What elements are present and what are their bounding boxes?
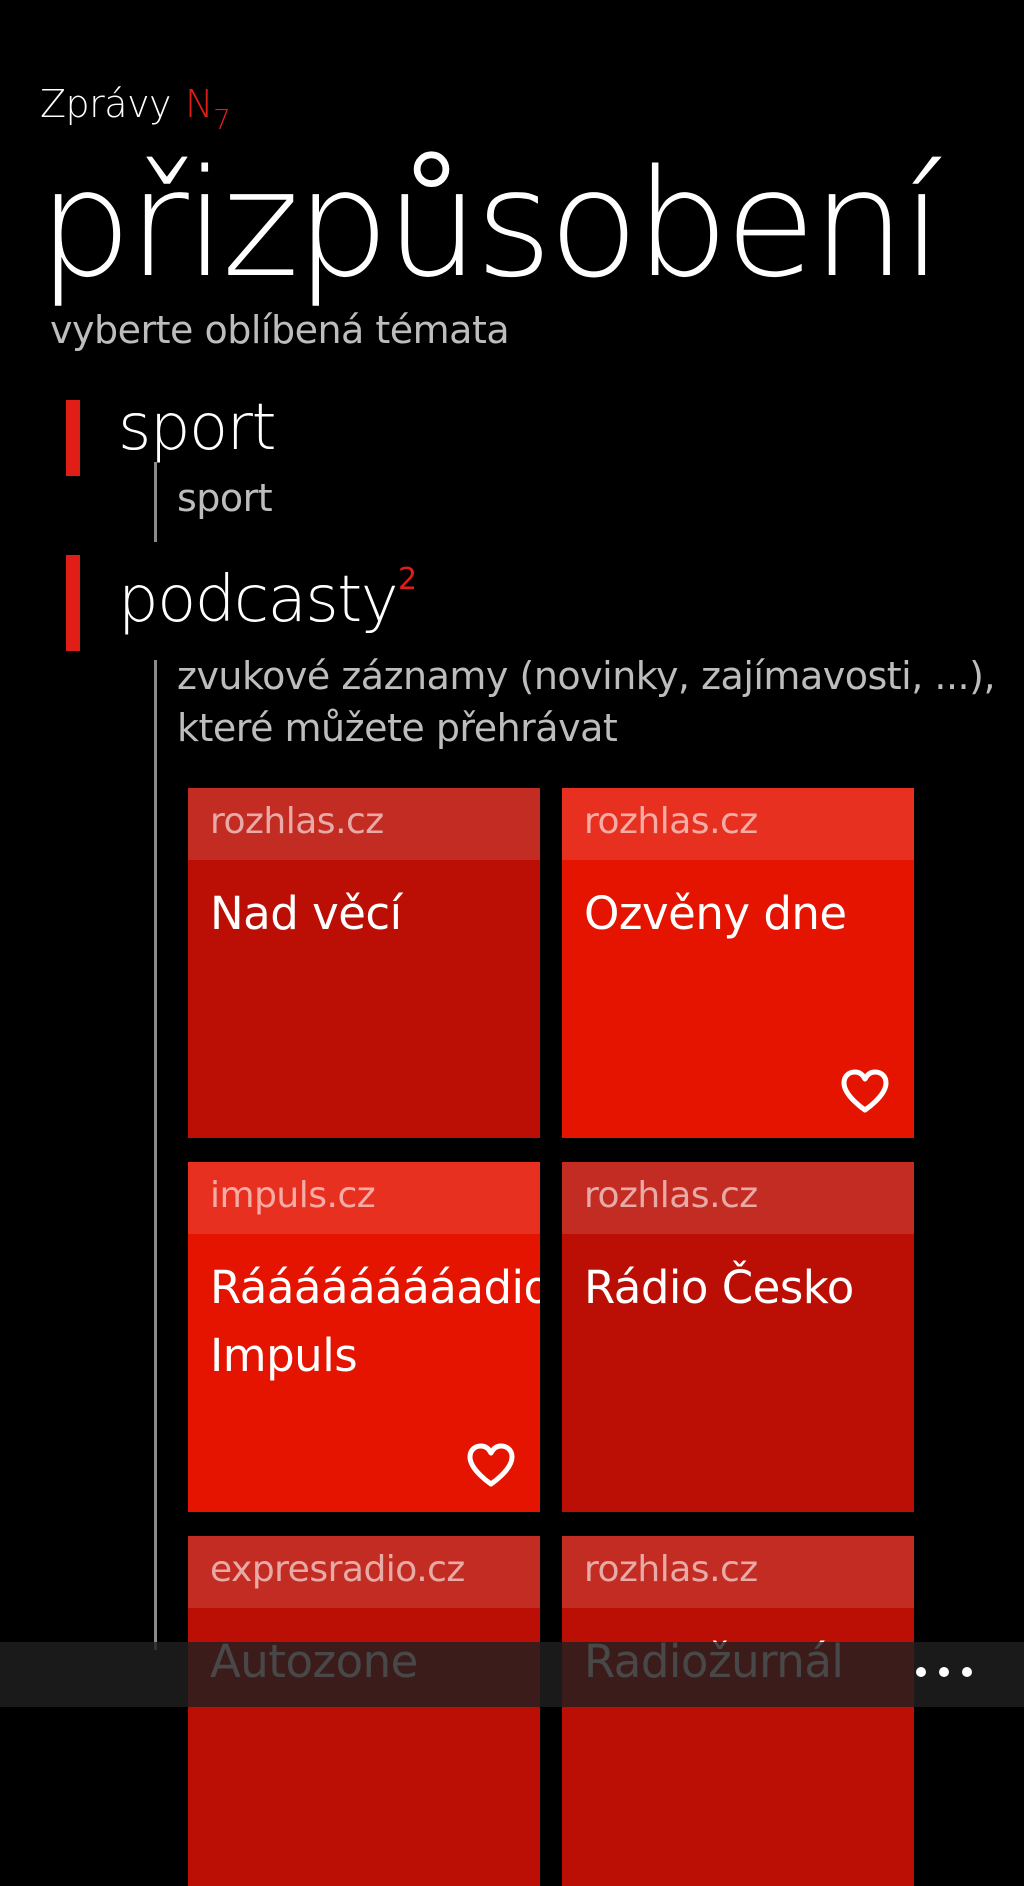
tile-name: Nad věcí <box>210 887 402 940</box>
tile-name-line: Rááááááááadio <box>210 1261 540 1314</box>
tile-name-line: Impuls <box>210 1329 358 1382</box>
nova-logo: N7 <box>185 82 231 136</box>
podcast-tile-radio-impuls[interactable]: impuls.cz Rááááááááadio Impuls <box>188 1162 540 1512</box>
tile-source: impuls.cz <box>188 1162 540 1234</box>
podcast-tile-radiozurnal[interactable]: rozhlas.cz Radiožurnál <box>562 1536 914 1886</box>
description-line: zvukové záznamy (novinky, zajímavosti, .… <box>177 654 996 698</box>
category-description-podcasty: zvukové záznamy (novinky, zajímavosti, .… <box>177 650 996 754</box>
ellipsis-icon <box>916 1667 926 1677</box>
tile-source: rozhlas.cz <box>562 1536 914 1608</box>
ellipsis-icon <box>939 1667 949 1677</box>
application-bar <box>0 1642 1024 1707</box>
tile-name: Rááááááááadio Impuls <box>188 1234 540 1390</box>
heart-outline-icon[interactable] <box>466 1442 516 1488</box>
ellipsis-icon <box>962 1667 972 1677</box>
category-count-badge: 2 <box>398 562 418 597</box>
description-line: které můžete přehrávat <box>177 706 618 750</box>
podcast-tile-ozveny-dne[interactable]: rozhlas.cz Ozvěny dne <box>562 788 914 1138</box>
tile-source: rozhlas.cz <box>562 1162 914 1234</box>
category-title-sport[interactable]: sport <box>118 396 277 460</box>
tree-line-podcasty <box>154 660 157 1650</box>
subcategory-sport[interactable]: sport <box>177 472 273 524</box>
app-header: Zprávy N7 <box>40 76 231 136</box>
podcast-tile-nad-veci[interactable]: rozhlas.cz Nad věcí <box>188 788 540 1138</box>
logo-letter: N <box>185 82 213 126</box>
category-accent-bar-podcasty <box>66 555 80 651</box>
category-title-podcasty[interactable]: podcasty <box>118 568 399 632</box>
tile-source: rozhlas.cz <box>562 788 914 860</box>
tile-source: expresradio.cz <box>188 1536 540 1608</box>
tree-line-sport <box>154 462 157 542</box>
heart-outline-icon[interactable] <box>840 1068 890 1114</box>
podcast-tile-autozone[interactable]: expresradio.cz Autozone <box>188 1536 540 1886</box>
category-accent-bar-sport <box>66 400 80 476</box>
app-name: Zprávy <box>40 82 172 126</box>
page-subtitle: vyberte oblíbená témata <box>50 308 510 352</box>
tile-name: Ozvěny dne <box>584 887 847 940</box>
more-options-button[interactable] <box>916 1662 972 1682</box>
logo-number: 7 <box>212 103 231 136</box>
tile-name: Rádio Česko <box>584 1261 854 1314</box>
page-title: přizpůsobení <box>38 138 943 310</box>
tile-source: rozhlas.cz <box>188 788 540 860</box>
podcast-tile-radio-cesko[interactable]: rozhlas.cz Rádio Česko <box>562 1162 914 1512</box>
